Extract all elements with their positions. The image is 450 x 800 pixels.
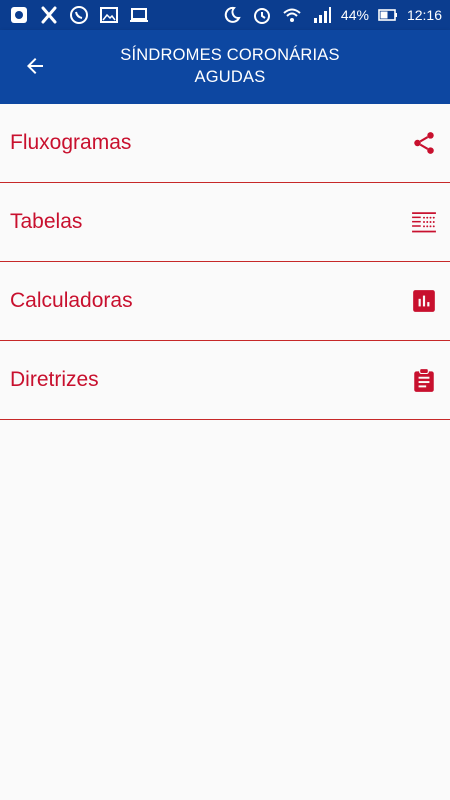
menu-item-diretrizes[interactable]: Diretrizes bbox=[0, 341, 450, 420]
do-not-disturb-icon bbox=[221, 4, 243, 26]
image-icon bbox=[98, 4, 120, 26]
app-icon bbox=[8, 4, 30, 26]
menu-item-label: Calculadoras bbox=[10, 289, 133, 312]
laptop-icon bbox=[128, 4, 150, 26]
wifi-icon bbox=[281, 4, 303, 26]
battery-icon bbox=[377, 4, 399, 26]
status-bar: 44% 12:16 bbox=[0, 0, 450, 30]
status-left-icons bbox=[8, 4, 150, 26]
menu-item-tabelas[interactable]: Tabelas bbox=[0, 183, 450, 262]
alarm-icon bbox=[251, 4, 273, 26]
page-title-line2: AGUDAS bbox=[194, 68, 266, 86]
bar-chart-icon[interactable] bbox=[410, 287, 438, 315]
page-title-line1: SÍNDROMES CORONÁRIAS bbox=[120, 46, 340, 64]
clock: 12:16 bbox=[406, 7, 442, 23]
table-icon[interactable] bbox=[410, 208, 438, 236]
menu-item-calculadoras[interactable]: Calculadoras bbox=[0, 262, 450, 341]
app-bar: SÍNDROMES CORONÁRIAS AGUDAS bbox=[0, 30, 450, 104]
menu-item-label: Tabelas bbox=[10, 210, 83, 233]
battery-percent: 44% bbox=[340, 7, 369, 23]
arrow-left-icon bbox=[27, 58, 43, 74]
menu-item-label: Fluxogramas bbox=[10, 131, 132, 154]
shield-icon bbox=[38, 4, 60, 26]
menu-list: Fluxogramas Tabelas Calculadoras Diretri bbox=[0, 104, 450, 420]
whatsapp-icon bbox=[68, 4, 90, 26]
menu-item-fluxogramas[interactable]: Fluxogramas bbox=[0, 104, 450, 183]
clipboard-icon[interactable] bbox=[410, 366, 438, 394]
back-button[interactable] bbox=[14, 45, 56, 87]
share-icon[interactable] bbox=[410, 129, 438, 157]
menu-item-label: Diretrizes bbox=[10, 368, 99, 391]
signal-icon bbox=[311, 4, 333, 26]
status-right-icons: 44% 12:16 bbox=[221, 4, 442, 26]
page-title: SÍNDROMES CORONÁRIAS AGUDAS bbox=[60, 44, 440, 88]
